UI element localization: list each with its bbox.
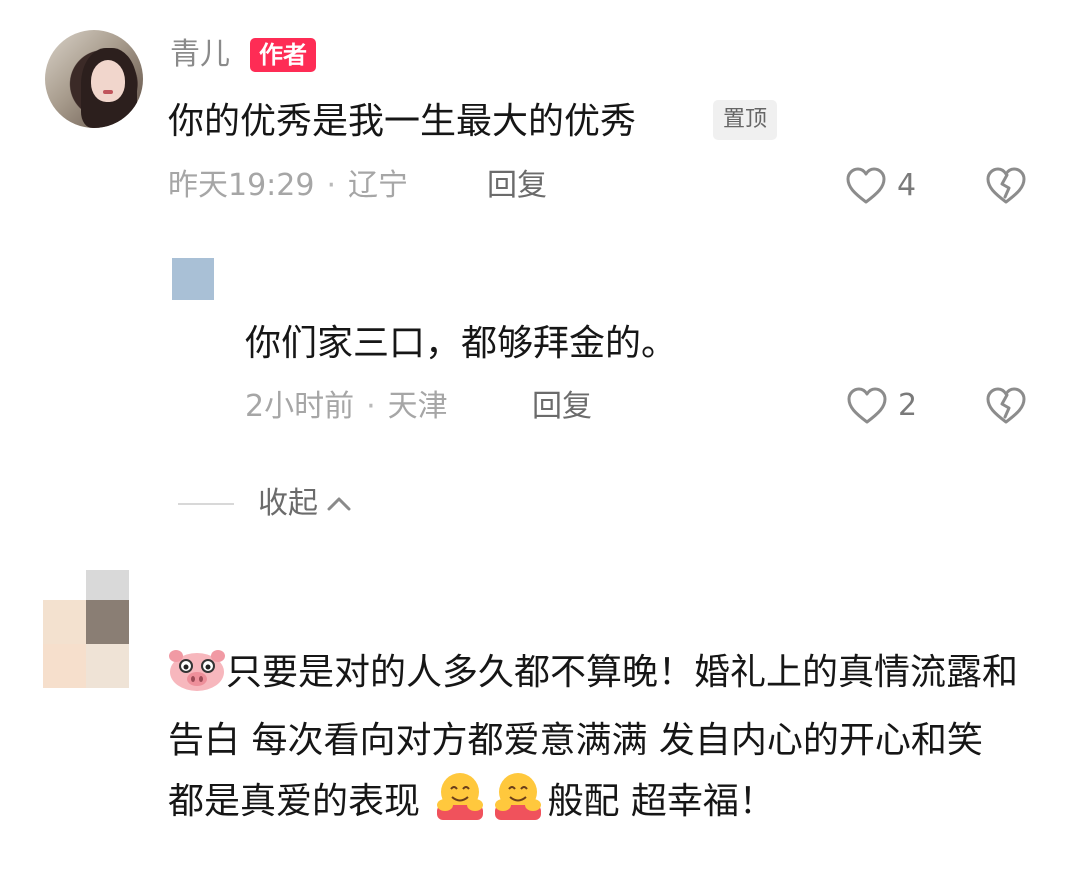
- reply-avatar[interactable]: [172, 258, 214, 300]
- meta-separator: ·: [366, 389, 376, 424]
- like-count: 2: [898, 388, 918, 423]
- comment-text[interactable]: 只要是对的人多久都不算晚！婚礼上的真情流露和告白 每次看向对方都爱意满满 发自内…: [168, 643, 1028, 840]
- reply-text[interactable]: 你们家三口，都够拜金的。: [245, 318, 677, 370]
- reply-dislike-button[interactable]: [985, 386, 1027, 430]
- reply-like-button[interactable]: 2: [846, 384, 917, 428]
- comment-location: 辽宁: [348, 168, 409, 203]
- pinned-tag: 置顶: [713, 100, 778, 140]
- comment-time: 昨天19:29: [168, 168, 315, 203]
- comment-section: 青儿 作者 你的优秀是我一生最大的优秀 置顶 昨天19:29 · 辽宁 回复 4 你…: [0, 0, 1080, 895]
- collapse-replies-button[interactable]: 收起: [258, 482, 352, 526]
- collapse-label: 收起: [258, 486, 318, 521]
- avatar-pixel: [86, 644, 129, 688]
- heart-outline-icon: [846, 167, 886, 204]
- like-count: 4: [897, 168, 917, 203]
- comment-text[interactable]: 你的优秀是我一生最大的优秀: [168, 96, 636, 148]
- meta-separator: ·: [326, 168, 337, 203]
- avatar[interactable]: [43, 570, 129, 688]
- avatar-pixel: [43, 600, 86, 644]
- reply-time: 2小时前: [245, 389, 355, 424]
- broken-heart-icon: [986, 387, 1026, 424]
- avatar-face: [91, 60, 125, 102]
- username[interactable]: 青儿: [170, 33, 230, 77]
- avatar-pixel: [86, 570, 129, 600]
- broken-heart-icon: [986, 167, 1026, 204]
- avatar-pixel: [86, 600, 129, 644]
- like-button[interactable]: 4: [845, 164, 916, 208]
- avatar-pixel: [43, 644, 86, 688]
- reply-meta: 2小时前 · 天津: [245, 385, 448, 429]
- comment-text-part2: 般配 超幸福！: [547, 781, 775, 822]
- pig-face-emoji: [168, 648, 226, 711]
- reply-button[interactable]: 回复: [487, 164, 547, 208]
- avatar[interactable]: [45, 30, 143, 128]
- reply-reply-button[interactable]: 回复: [532, 385, 592, 429]
- avatar-lips: [103, 90, 113, 94]
- reply-location: 天津: [387, 389, 448, 424]
- author-badge: 作者: [250, 38, 316, 72]
- heart-outline-icon: [847, 387, 887, 424]
- dislike-button[interactable]: [985, 166, 1027, 210]
- hugging-face-emoji: [489, 771, 547, 840]
- chevron-up-icon: [327, 497, 351, 511]
- comment-meta: 昨天19:29 · 辽宁: [168, 164, 408, 208]
- hugging-face-emoji: [431, 771, 489, 840]
- collapse-divider: [178, 503, 234, 505]
